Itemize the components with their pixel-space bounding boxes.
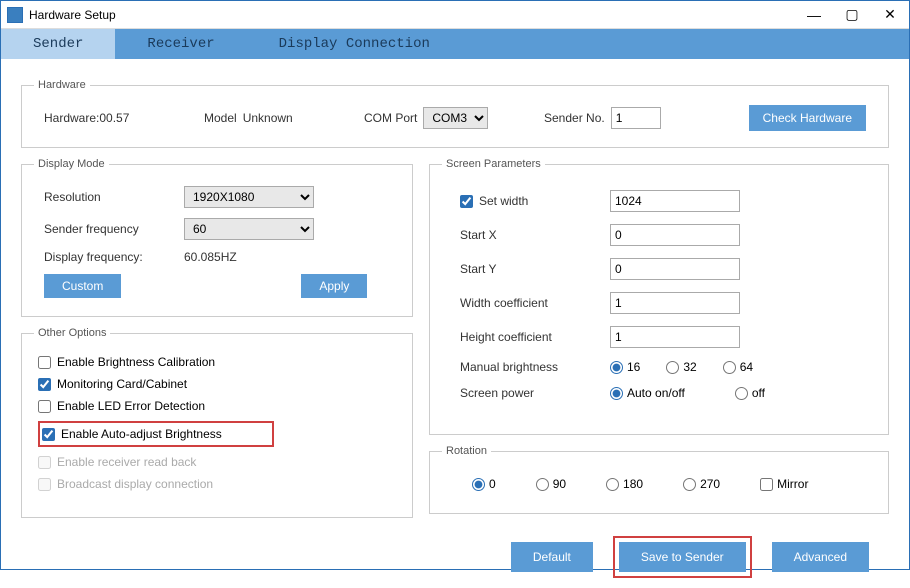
app-icon bbox=[7, 7, 23, 23]
hardware-legend: Hardware bbox=[34, 79, 90, 91]
brightness-16-radio[interactable] bbox=[610, 361, 623, 374]
mirror-checkbox[interactable] bbox=[760, 478, 773, 491]
monitoring-checkbox[interactable] bbox=[38, 378, 51, 391]
starty-label: Start Y bbox=[460, 262, 610, 276]
tab-bar: Sender Receiver Display Connection bbox=[1, 29, 909, 59]
resolution-label: Resolution bbox=[44, 190, 184, 204]
minimize-button[interactable]: — bbox=[795, 1, 833, 29]
sender-no-input[interactable] bbox=[611, 107, 661, 129]
led-error-label: Enable LED Error Detection bbox=[57, 399, 205, 413]
rotation-0-radio[interactable] bbox=[472, 478, 485, 491]
led-error-checkbox[interactable] bbox=[38, 400, 51, 413]
startx-label: Start X bbox=[460, 228, 610, 242]
brightness-32-radio[interactable] bbox=[666, 361, 679, 374]
advanced-button[interactable]: Advanced bbox=[772, 542, 869, 572]
other-options-group: Other Options Enable Brightness Calibrat… bbox=[21, 327, 413, 518]
readback-label: Enable receiver read back bbox=[57, 455, 196, 469]
sender-frequency-select[interactable]: 60 bbox=[184, 218, 314, 240]
close-button[interactable]: ✕ bbox=[871, 1, 909, 29]
check-hardware-button[interactable]: Check Hardware bbox=[749, 105, 866, 131]
monitoring-label: Monitoring Card/Cabinet bbox=[57, 377, 187, 391]
starty-input[interactable] bbox=[610, 258, 740, 280]
display-mode-legend: Display Mode bbox=[34, 158, 109, 170]
tab-receiver[interactable]: Receiver bbox=[115, 29, 246, 59]
display-mode-group: Display Mode Resolution 1920X1080 Sender… bbox=[21, 158, 413, 317]
set-width-input[interactable] bbox=[610, 190, 740, 212]
save-highlight: Save to Sender bbox=[613, 536, 752, 578]
rotation-180-radio[interactable] bbox=[606, 478, 619, 491]
set-width-label: Set width bbox=[479, 194, 528, 208]
hcoef-input[interactable] bbox=[610, 326, 740, 348]
titlebar: Hardware Setup — ▢ ✕ bbox=[1, 1, 909, 29]
hardware-group: Hardware Hardware:00.57 Model Unknown CO… bbox=[21, 79, 889, 148]
com-port-select[interactable]: COM3 bbox=[423, 107, 488, 129]
screen-parameters-legend: Screen Parameters bbox=[442, 158, 545, 170]
rotation-270-radio[interactable] bbox=[683, 478, 696, 491]
auto-adjust-brightness-label: Enable Auto-adjust Brightness bbox=[61, 427, 222, 441]
brightness-64-radio[interactable] bbox=[723, 361, 736, 374]
resolution-select[interactable]: 1920X1080 bbox=[184, 186, 314, 208]
screen-power-label: Screen power bbox=[460, 386, 610, 400]
brightness-calibration-checkbox[interactable] bbox=[38, 356, 51, 369]
wcoef-input[interactable] bbox=[610, 292, 740, 314]
tab-display-connection[interactable]: Display Connection bbox=[247, 29, 462, 59]
rotation-legend: Rotation bbox=[442, 445, 491, 457]
power-auto-radio[interactable] bbox=[610, 387, 623, 400]
display-frequency-label: Display frequency: bbox=[44, 250, 184, 264]
broadcast-label: Broadcast display connection bbox=[57, 477, 213, 491]
screen-parameters-group: Screen Parameters Set width Start X bbox=[429, 158, 889, 435]
brightness-calibration-label: Enable Brightness Calibration bbox=[57, 355, 215, 369]
set-width-checkbox[interactable] bbox=[460, 195, 473, 208]
startx-input[interactable] bbox=[610, 224, 740, 246]
rotation-group: Rotation 0 90 180 270 Mirror bbox=[429, 445, 889, 514]
save-to-sender-button[interactable]: Save to Sender bbox=[619, 542, 746, 572]
sender-no-label: Sender No. bbox=[544, 111, 605, 125]
sender-frequency-label: Sender frequency bbox=[44, 222, 184, 236]
com-port-label: COM Port bbox=[364, 111, 417, 125]
display-frequency-value: 60.085HZ bbox=[184, 250, 237, 264]
hardware-version-label: Hardware:00.57 bbox=[44, 111, 194, 125]
power-off-radio[interactable] bbox=[735, 387, 748, 400]
footer-buttons: Default Save to Sender Advanced bbox=[21, 528, 889, 578]
hcoef-label: Height coefficient bbox=[460, 330, 610, 344]
auto-adjust-brightness-checkbox[interactable] bbox=[42, 428, 55, 441]
default-button[interactable]: Default bbox=[511, 542, 593, 572]
broadcast-checkbox bbox=[38, 478, 51, 491]
custom-button[interactable]: Custom bbox=[44, 274, 121, 298]
model-value: Unknown bbox=[243, 111, 293, 125]
window-title: Hardware Setup bbox=[29, 8, 795, 22]
other-options-legend: Other Options bbox=[34, 327, 110, 339]
manual-brightness-label: Manual brightness bbox=[460, 360, 610, 374]
apply-button[interactable]: Apply bbox=[301, 274, 367, 298]
tab-sender[interactable]: Sender bbox=[1, 29, 115, 59]
readback-checkbox bbox=[38, 456, 51, 469]
maximize-button[interactable]: ▢ bbox=[833, 1, 871, 29]
model-label: Model bbox=[204, 111, 237, 125]
content-area: Hardware Hardware:00.57 Model Unknown CO… bbox=[1, 59, 909, 588]
wcoef-label: Width coefficient bbox=[460, 296, 610, 310]
rotation-90-radio[interactable] bbox=[536, 478, 549, 491]
